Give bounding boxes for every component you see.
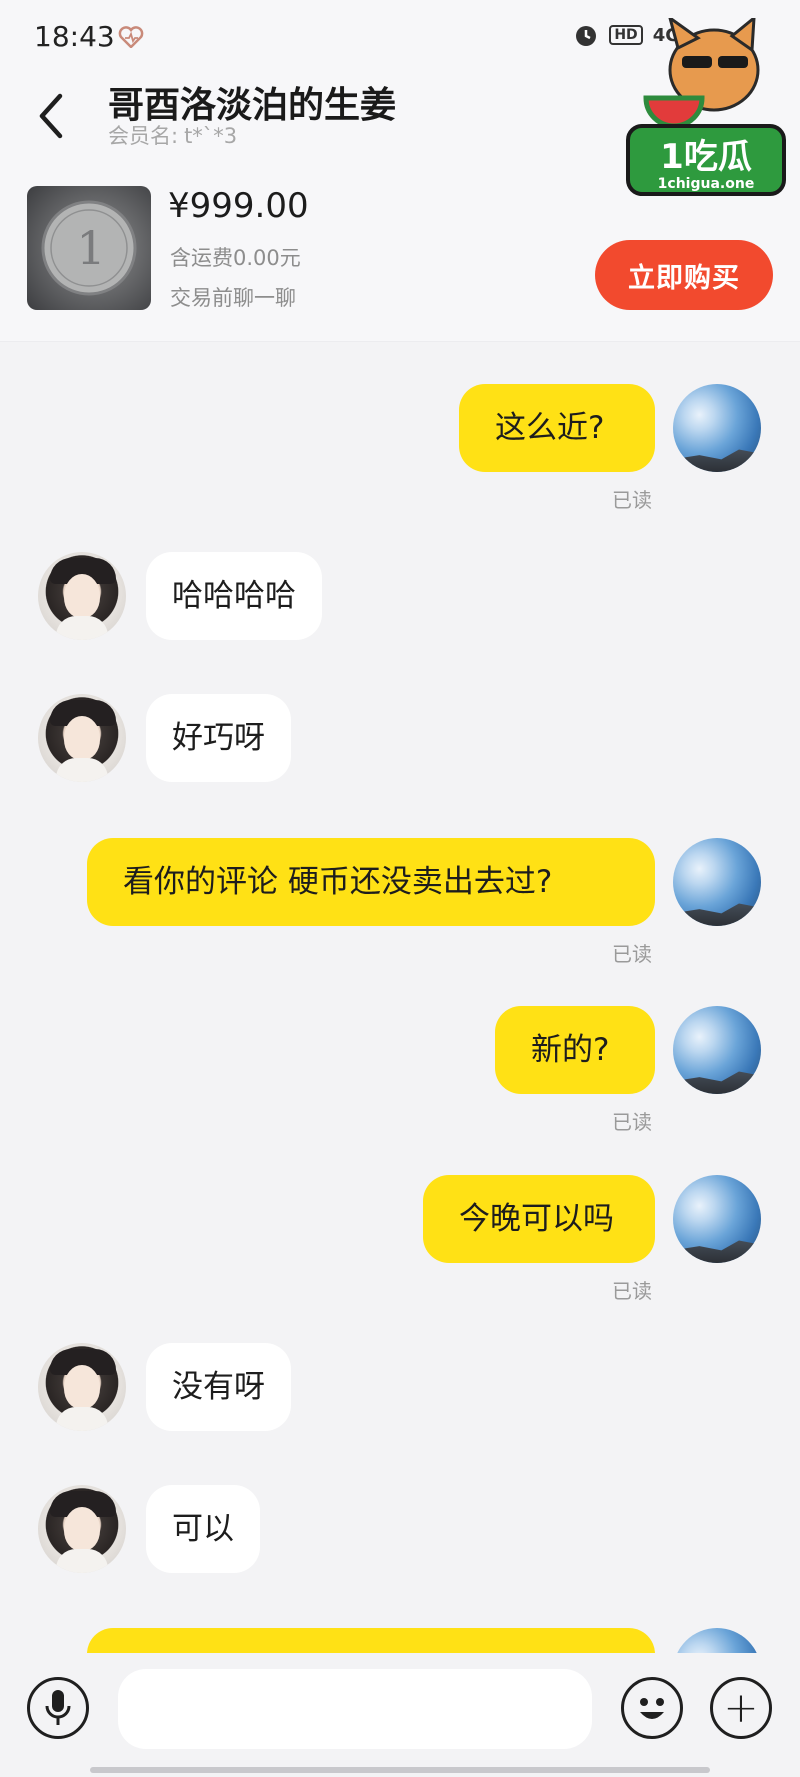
my-avatar[interactable]	[673, 1175, 761, 1263]
seller-avatar[interactable]	[38, 552, 126, 640]
alarm-icon	[576, 26, 597, 46]
seller-avatar[interactable]	[38, 1485, 126, 1573]
home-indicator	[90, 1767, 710, 1773]
input-bar: +	[0, 1653, 800, 1777]
incoming-message-bubble[interactable]: 好巧呀	[146, 694, 291, 782]
read-receipt: 已读	[612, 1279, 652, 1303]
more-options-plus-icon[interactable]: +	[710, 1677, 772, 1739]
outgoing-message-bubble[interactable]: 看你的评论 硬币还没卖出去过?	[87, 838, 655, 926]
smiley-icon	[640, 1698, 664, 1719]
my-avatar[interactable]	[673, 838, 761, 926]
status-time: 18:43	[34, 20, 115, 53]
outgoing-message-bubble[interactable]: 新的?	[495, 1006, 655, 1094]
coin-icon: 1	[41, 200, 137, 296]
seller-avatar[interactable]	[38, 694, 126, 782]
product-price: ¥999.00	[168, 186, 309, 226]
incoming-message-bubble[interactable]: 哈哈哈哈	[146, 552, 322, 640]
svg-text:1: 1	[76, 221, 105, 275]
seller-avatar[interactable]	[38, 1343, 126, 1431]
shipping-fee: 含运费0.00元	[170, 246, 301, 270]
my-avatar[interactable]	[673, 384, 761, 472]
outgoing-message-bubble[interactable]: 今晚可以吗	[423, 1175, 655, 1263]
outgoing-message-bubble[interactable]: 这么近?	[459, 384, 655, 472]
member-name-row: 会员名: t*`*3	[108, 120, 243, 150]
my-avatar[interactable]	[673, 1006, 761, 1094]
heart-icon	[118, 26, 144, 48]
product-image-coin[interactable]: 1	[27, 186, 151, 310]
watermark-logo: 1吃瓜 1chigua.one	[626, 18, 786, 196]
watermark-url: 1chigua.one	[658, 176, 755, 192]
read-receipt: 已读	[612, 1110, 652, 1134]
read-receipt: 已读	[612, 488, 652, 512]
voice-input-button[interactable]	[27, 1677, 89, 1739]
member-label: 会员名:	[108, 124, 179, 148]
microphone-icon	[45, 1690, 71, 1725]
buy-now-button[interactable]: 立即购买	[595, 240, 773, 310]
read-receipt: 已读	[612, 942, 652, 966]
back-arrow-icon[interactable]	[30, 86, 74, 146]
chat-hint: 交易前聊一聊	[170, 286, 296, 310]
watermark-brand: 1吃瓜	[660, 137, 752, 177]
member-name: t*`*3	[184, 124, 238, 148]
incoming-message-bubble[interactable]: 可以	[146, 1485, 260, 1573]
incoming-message-bubble[interactable]: 没有呀	[146, 1343, 291, 1431]
message-input[interactable]	[118, 1669, 592, 1749]
emoji-button[interactable]	[621, 1677, 683, 1739]
